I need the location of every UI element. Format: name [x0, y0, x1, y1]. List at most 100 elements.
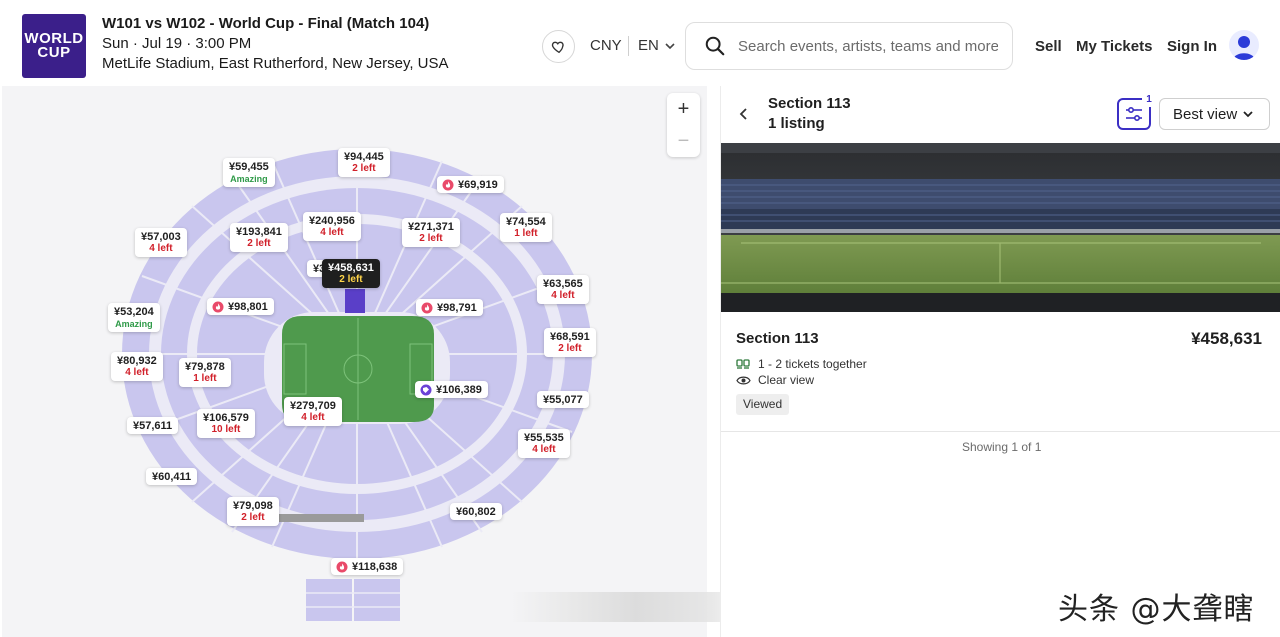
- pin-price: ¥106,579: [203, 412, 249, 424]
- filter-count-badge: 1: [1142, 93, 1156, 107]
- pin-price: ¥193,841: [236, 226, 282, 238]
- flame-icon: [336, 561, 348, 572]
- language-selector[interactable]: EN: [638, 37, 659, 54]
- search-input[interactable]: [738, 37, 998, 55]
- zoom-out-button[interactable]: −: [667, 125, 700, 157]
- price-pin[interactable]: ¥53,204 Amazing: [108, 303, 160, 332]
- price-pin[interactable]: ¥55,535 4 left: [518, 429, 570, 458]
- price-pin[interactable]: ¥79,878 1 left: [179, 358, 231, 387]
- pin-price: ¥458,631: [328, 262, 374, 274]
- seats-icon: [736, 359, 750, 369]
- sign-in-link[interactable]: Sign In: [1167, 38, 1217, 55]
- sliders-icon: [1126, 106, 1142, 122]
- pin-price: ¥69,919: [458, 179, 498, 191]
- pin-price: ¥60,411: [152, 471, 192, 483]
- price-pin[interactable]: ¥68,591 2 left: [544, 328, 596, 357]
- price-pin[interactable]: ¥80,932 4 left: [111, 352, 163, 381]
- sort-dropdown[interactable]: Best view: [1159, 98, 1270, 130]
- zoom-controls: + −: [667, 93, 700, 157]
- currency-selector[interactable]: CNY: [590, 37, 622, 54]
- listing-count: 1 listing: [768, 115, 825, 132]
- zoom-in-button[interactable]: +: [667, 93, 700, 125]
- pin-sub: 2 left: [419, 233, 443, 244]
- price-pin[interactable]: ¥118,638: [331, 558, 404, 575]
- logo-line2: CUP: [37, 44, 71, 61]
- pin-sub: 4 left: [125, 367, 149, 378]
- pin-sub: 4 left: [320, 227, 344, 238]
- pin-sub: Amazing: [115, 319, 153, 329]
- pin-sub: Amazing: [230, 174, 268, 184]
- section-view-image[interactable]: [721, 143, 1280, 312]
- price-pin[interactable]: ¥106,579 10 left: [197, 409, 255, 438]
- chevron-down-icon[interactable]: [663, 40, 677, 52]
- search-bar[interactable]: [685, 22, 1013, 70]
- event-logo[interactable]: WORLD CUP: [22, 14, 86, 78]
- price-pin[interactable]: ¥59,455 Amazing: [223, 158, 275, 187]
- pin-price: ¥60,802: [456, 506, 496, 518]
- my-tickets-link[interactable]: My Tickets: [1076, 38, 1152, 55]
- listing-section[interactable]: Section 113: [736, 330, 819, 347]
- price-pin[interactable]: ¥55,077: [537, 391, 589, 408]
- price-pin[interactable]: ¥98,801: [207, 298, 274, 315]
- sell-link[interactable]: Sell: [1035, 38, 1062, 55]
- pin-price: ¥271,371: [408, 221, 454, 233]
- header-divider: [628, 36, 629, 56]
- chevron-down-icon: [1243, 111, 1253, 118]
- pin-sub: 4 left: [551, 290, 575, 301]
- pin-price: ¥79,878: [185, 361, 225, 373]
- price-pin[interactable]: ¥94,445 2 left: [338, 148, 390, 177]
- price-pin[interactable]: ¥60,802: [450, 503, 502, 520]
- pin-price: ¥63,565: [543, 278, 583, 290]
- pin-price: ¥74,554: [506, 216, 546, 228]
- pin-price: ¥98,801: [228, 301, 268, 313]
- event-title: W101 vs W102 - World Cup - Final (Match …: [102, 15, 430, 32]
- price-pin[interactable]: ¥240,956 4 left: [303, 212, 361, 241]
- pin-sub: 2 left: [339, 274, 363, 285]
- back-button[interactable]: [736, 106, 752, 122]
- pin-price: ¥55,535: [524, 432, 564, 444]
- pin-price: ¥98,791: [437, 302, 477, 314]
- pin-sub: 10 left: [211, 424, 241, 435]
- price-pin[interactable]: ¥57,003 4 left: [135, 228, 187, 257]
- price-pin[interactable]: ¥63,565 4 left: [537, 275, 589, 304]
- pin-price: ¥57,611: [133, 420, 173, 432]
- avatar[interactable]: [1229, 30, 1259, 60]
- event-venue[interactable]: MetLife Stadium, East Rutherford, New Je…: [102, 55, 449, 72]
- price-pin[interactable]: ¥57,611: [127, 417, 179, 434]
- view-quality: Clear view: [736, 373, 814, 387]
- ticket-quantity-text: 1 - 2 tickets together: [758, 357, 867, 371]
- price-pin[interactable]: ¥106,389: [415, 381, 488, 398]
- site-header: WORLD CUP W101 vs W102 - World Cup - Fin…: [0, 0, 1280, 86]
- pin-sub: 1 left: [193, 373, 217, 384]
- pin-sub: 4 left: [149, 243, 173, 254]
- gate-block: [354, 579, 400, 621]
- price-pin[interactable]: ¥74,554 1 left: [500, 213, 552, 242]
- pin-sub: 2 left: [352, 163, 376, 174]
- seat-map[interactable]: ¥59,455 Amazing ¥94,445 2 left ¥69,919 ¥24…: [2, 86, 707, 637]
- favorite-button[interactable]: [542, 30, 575, 63]
- results-count: Showing 1 of 1: [962, 440, 1042, 454]
- pin-sub: 2 left: [558, 343, 582, 354]
- view-quality-text: Clear view: [758, 373, 815, 387]
- pin-price: ¥279,709: [290, 400, 336, 412]
- watermark: 头条 @大聋瞎: [1058, 592, 1255, 627]
- price-pin[interactable]: ¥193,841 2 left: [230, 223, 288, 252]
- stadium-view-illustration: [721, 143, 1280, 312]
- price-pin[interactable]: ¥271,371 2 left: [402, 218, 460, 247]
- pin-price: ¥79,098: [233, 500, 273, 512]
- price-pin[interactable]: ¥79,098 2 left: [227, 497, 279, 526]
- flame-icon: [421, 302, 433, 313]
- section-113[interactable]: [345, 289, 365, 313]
- flame-icon: [212, 301, 224, 312]
- listing-price[interactable]: ¥458,631: [1191, 329, 1262, 349]
- price-pin-selected[interactable]: ¥458,631 2 left: [322, 259, 380, 288]
- pin-price: ¥240,956: [309, 215, 355, 227]
- price-pin[interactable]: ¥69,919: [437, 176, 504, 193]
- heart-icon: [551, 41, 564, 53]
- card-divider: [721, 431, 1280, 432]
- price-pin[interactable]: ¥279,709 4 left: [284, 397, 342, 426]
- pin-sub: 4 left: [532, 444, 556, 455]
- price-pin[interactable]: ¥98,791: [416, 299, 483, 316]
- price-pin[interactable]: ¥60,411: [146, 468, 198, 485]
- pin-price: ¥80,932: [117, 355, 157, 367]
